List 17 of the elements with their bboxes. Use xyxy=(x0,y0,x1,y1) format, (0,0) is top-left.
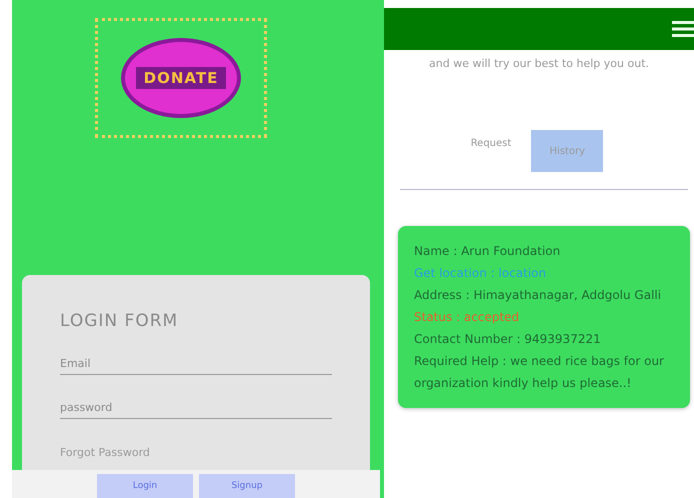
intro-text: and we will try our best to help you out. xyxy=(428,56,650,72)
form-button[interactable]: Login xyxy=(97,474,193,498)
forgot-password-link[interactable]: Forgot Password xyxy=(60,446,150,459)
menu-icon[interactable] xyxy=(672,21,694,37)
form-title: LOGIN FORM xyxy=(60,311,180,331)
detail-text: Required Help : we need rice bags for our organization kindly help us please..! xyxy=(414,353,665,392)
tab[interactable]: History xyxy=(531,130,604,172)
detail-text: Contact Number : 9493937221 xyxy=(414,331,601,348)
detail-text: Address : Himayathanagar, Addgolu Galli xyxy=(414,287,662,304)
detail-text: Name : Arun Foundation xyxy=(414,243,560,260)
donate-label: DONATE xyxy=(136,67,226,89)
location-link[interactable]: Get location : location xyxy=(414,262,546,284)
tab[interactable]: Request xyxy=(464,131,518,155)
input-field[interactable]: password xyxy=(60,397,332,419)
input-field[interactable]: Email xyxy=(60,353,332,375)
form-button[interactable]: Signup xyxy=(199,474,295,498)
status-text: Status : accepted xyxy=(414,309,520,326)
